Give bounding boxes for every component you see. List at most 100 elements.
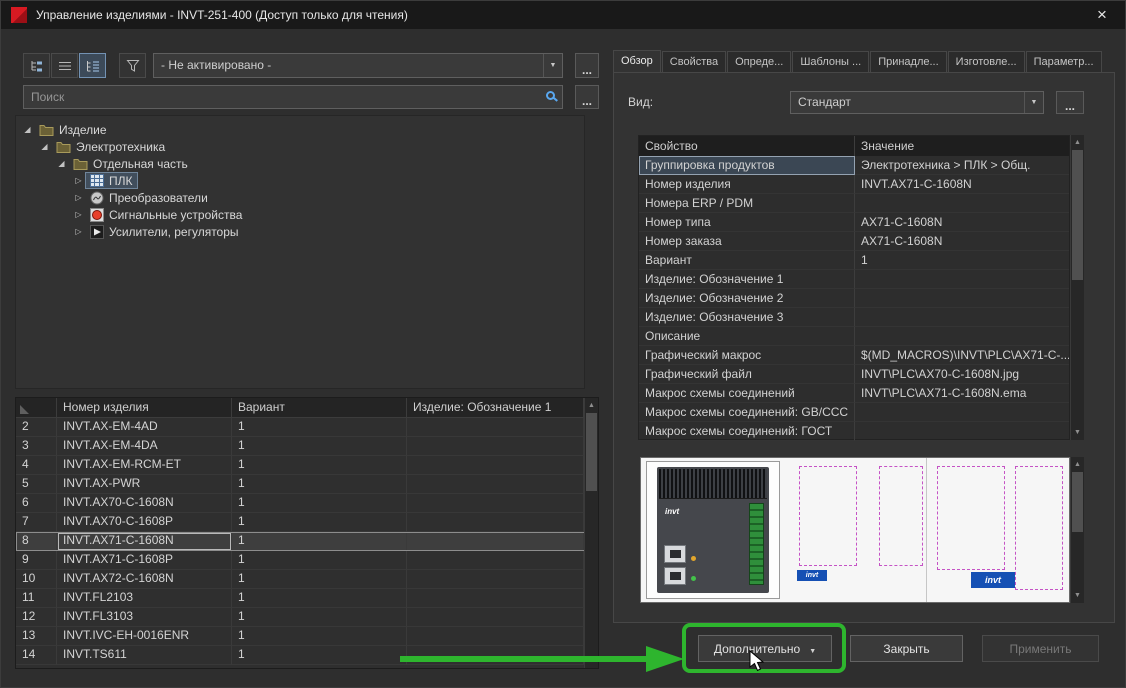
- scroll-up-icon[interactable]: [1071, 136, 1084, 149]
- scroll-down-icon[interactable]: [1071, 426, 1084, 439]
- parts-row[interactable]: 14 INVT.TS611 1: [16, 646, 598, 665]
- parts-row[interactable]: 8 INVT.AX71-C-1608N 1: [16, 532, 598, 551]
- scroll-down-icon[interactable]: [585, 654, 598, 667]
- property-name: Изделие: Обозначение 2: [639, 289, 855, 308]
- filter-more-button[interactable]: ...: [575, 53, 599, 78]
- parts-row[interactable]: 7 INVT.AX70-C-1608P 1: [16, 513, 598, 532]
- parts-row[interactable]: 11 INVT.FL2103 1: [16, 589, 598, 608]
- tree-node-label: Изделие: [59, 122, 107, 137]
- tree-node-content: Отдельная часть: [68, 155, 193, 172]
- designation-cell: [407, 589, 584, 608]
- view-combo[interactable]: Стандарт: [790, 91, 1044, 114]
- column-header-part-number[interactable]: Номер изделия: [57, 398, 232, 417]
- expand-icon[interactable]: ▷: [72, 227, 85, 236]
- tree-view-button[interactable]: [23, 53, 50, 78]
- search-input[interactable]: [23, 85, 563, 109]
- expand-icon[interactable]: ▷: [72, 210, 85, 219]
- property-row[interactable]: Группировка продуктов Электротехника > ПЛ…: [639, 156, 1069, 175]
- tab-manufacturing[interactable]: Изготовле...: [947, 51, 1025, 72]
- tree-table-view-button[interactable]: [79, 53, 106, 78]
- tree-node-separate-part[interactable]: ◢ Отдельная часть: [16, 155, 584, 172]
- macro-preview-page[interactable]: [937, 466, 1005, 570]
- macro-preview-page[interactable]: [1015, 466, 1063, 590]
- scroll-up-icon[interactable]: [1071, 458, 1084, 471]
- tab-definitions[interactable]: Опреде...: [727, 51, 792, 72]
- property-row[interactable]: Макрос схемы соединений: ГОСТ: [639, 422, 1069, 441]
- ethernet-ports: [664, 545, 686, 585]
- property-name: Номер заказа: [639, 232, 855, 251]
- property-row[interactable]: Номера ERP / PDM: [639, 194, 1069, 213]
- collapse-icon[interactable]: ◢: [38, 142, 51, 151]
- parts-row[interactable]: 13 INVT.IVC-EH-0016ENR 1: [16, 627, 598, 646]
- tree-node-product[interactable]: ◢ Изделие: [16, 121, 584, 138]
- tree-node-converters[interactable]: ▷ Преобразователи: [16, 189, 584, 206]
- property-grid-scrollbar[interactable]: [1070, 135, 1084, 440]
- close-button[interactable]: Закрыть: [850, 635, 963, 662]
- collapse-icon[interactable]: ◢: [21, 125, 34, 134]
- search-icon[interactable]: [546, 91, 555, 100]
- property-row[interactable]: Макрос схемы соединений INVT\PLC\AX71-C-1…: [639, 384, 1069, 403]
- chevron-down-icon[interactable]: [1024, 92, 1043, 113]
- variant-cell: 1: [232, 551, 407, 570]
- property-value: [855, 194, 1069, 213]
- property-row[interactable]: Описание: [639, 327, 1069, 346]
- property-value: [855, 270, 1069, 289]
- extras-button[interactable]: Дополнительно: [698, 635, 832, 662]
- tree-node-signal-devices[interactable]: ▷ Сигнальные устройства: [16, 206, 584, 223]
- search-more-button[interactable]: ...: [575, 85, 599, 109]
- tree-node-plc[interactable]: ▷ ПЛК: [16, 172, 584, 189]
- tab-templates[interactable]: Шаблоны ...: [792, 51, 870, 72]
- collapse-icon[interactable]: ◢: [55, 159, 68, 168]
- tree-node-amplifiers[interactable]: ▷ Усилители, регуляторы: [16, 223, 584, 240]
- parts-row[interactable]: 9 INVT.AX71-C-1608P 1: [16, 551, 598, 570]
- property-row[interactable]: Вариант 1: [639, 251, 1069, 270]
- property-row[interactable]: Изделие: Обозначение 2: [639, 289, 1069, 308]
- parts-row[interactable]: 6 INVT.AX70-C-1608N 1: [16, 494, 598, 513]
- list-view-button[interactable]: [51, 53, 78, 78]
- tab-properties[interactable]: Свойства: [661, 51, 727, 72]
- tab-overview[interactable]: Обзор: [613, 50, 661, 72]
- column-header-variant[interactable]: Вариант: [232, 398, 407, 417]
- scroll-down-icon[interactable]: [1071, 589, 1084, 602]
- close-window-button[interactable]: ×: [1089, 4, 1115, 26]
- tab-parameters[interactable]: Параметр...: [1025, 51, 1102, 72]
- parts-row[interactable]: 5 INVT.AX-PWR 1: [16, 475, 598, 494]
- property-row[interactable]: Номер изделия INVT.AX71-C-1608N: [639, 175, 1069, 194]
- view-more-button[interactable]: ...: [1056, 91, 1084, 114]
- scroll-up-icon[interactable]: [585, 399, 598, 412]
- macro-preview-page[interactable]: [879, 466, 923, 566]
- property-row[interactable]: Макрос схемы соединений: GB/CCC: [639, 403, 1069, 422]
- property-row[interactable]: Графический файл INVT\PLC\AX70-C-1608N.jp…: [639, 365, 1069, 384]
- property-row[interactable]: Изделие: Обозначение 1: [639, 270, 1069, 289]
- property-row[interactable]: Номер заказа AX71-C-1608N: [639, 232, 1069, 251]
- parts-row[interactable]: 10 INVT.AX72-C-1608N 1: [16, 570, 598, 589]
- extras-button-label: Дополнительно: [713, 641, 801, 656]
- parts-row[interactable]: 2 INVT.AX-EM-4AD 1: [16, 418, 598, 437]
- column-header-designation[interactable]: Изделие: Обозначение 1: [407, 398, 584, 417]
- expand-icon[interactable]: ▷: [72, 193, 85, 202]
- scroll-thumb[interactable]: [1072, 472, 1083, 532]
- property-row[interactable]: Номер типа AX71-C-1608N: [639, 213, 1069, 232]
- parts-scrollbar[interactable]: [584, 398, 598, 668]
- scroll-thumb[interactable]: [1072, 150, 1083, 280]
- part-photo[interactable]: invt: [646, 461, 780, 599]
- parts-row[interactable]: 4 INVT.AX-EM-RCM-ET 1: [16, 456, 598, 475]
- tree: ◢ Изделие ◢ Электротехника ◢ Отдельная часть ▷…: [15, 115, 585, 389]
- chevron-down-icon[interactable]: [543, 54, 562, 77]
- filter-button[interactable]: [119, 53, 146, 78]
- filter-scheme-combo[interactable]: - Не активировано -: [153, 53, 563, 78]
- macro-preview-page[interactable]: [799, 466, 857, 566]
- property-row[interactable]: Изделие: Обозначение 3: [639, 308, 1069, 327]
- preview-scrollbar[interactable]: [1070, 457, 1084, 603]
- parts-row[interactable]: 12 INVT.FL3103 1: [16, 608, 598, 627]
- parts-row[interactable]: 3 INVT.AX-EM-4DA 1: [16, 437, 598, 456]
- parts-table-header: Номер изделия Вариант Изделие: Обозначен…: [16, 398, 598, 418]
- scroll-thumb[interactable]: [586, 413, 597, 491]
- expand-icon[interactable]: ▷: [72, 176, 85, 185]
- tree-node-electrical[interactable]: ◢ Электротехника: [16, 138, 584, 155]
- tree-node-content: ПЛК: [85, 172, 138, 189]
- row-number-cell: 7: [16, 513, 57, 532]
- corner-cell[interactable]: [16, 398, 57, 417]
- tab-accessories[interactable]: Принадле...: [870, 51, 947, 72]
- property-row[interactable]: Графический макрос $(MD_MACROS)\INVT\PLC\…: [639, 346, 1069, 365]
